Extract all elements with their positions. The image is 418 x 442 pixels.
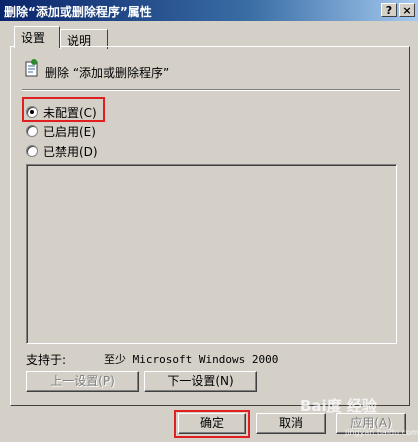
cancel-button[interactable]: 取消 <box>256 413 326 434</box>
radio-button[interactable] <box>26 125 38 137</box>
radio-enabled[interactable]: 已启用(E) <box>26 123 96 139</box>
radio-label: 已启用(E) <box>43 124 96 139</box>
policy-document-icon <box>25 59 38 77</box>
title-bar: 删除“添加或删除程序”属性 ? × <box>0 0 418 21</box>
watermark-url: jingyan.baidu.com <box>345 428 418 437</box>
radio-disabled[interactable]: 已禁用(D) <box>26 143 98 159</box>
window-title: 删除“添加或删除程序”属性 <box>4 5 152 19</box>
tab-settings[interactable]: 设置 <box>14 26 60 48</box>
divider <box>22 89 400 91</box>
policy-title: 删除 “添加或删除程序” <box>45 66 170 80</box>
ok-button[interactable]: 确定 <box>178 413 246 434</box>
watermark: Bai度 经验 <box>300 397 377 415</box>
help-button[interactable]: ? <box>381 3 397 17</box>
radio-button[interactable] <box>26 145 38 157</box>
close-button[interactable]: × <box>399 3 415 17</box>
comment-box[interactable] <box>26 164 397 344</box>
supported-label: 支持于: <box>26 353 67 367</box>
supported-value: 至少 Microsoft Windows 2000 <box>104 353 279 366</box>
radio-label: 已禁用(D) <box>43 144 98 159</box>
previous-setting-button[interactable]: 上一设置(P) <box>26 371 139 392</box>
highlight-box <box>22 97 105 122</box>
next-setting-button[interactable]: 下一设置(N) <box>144 371 257 392</box>
